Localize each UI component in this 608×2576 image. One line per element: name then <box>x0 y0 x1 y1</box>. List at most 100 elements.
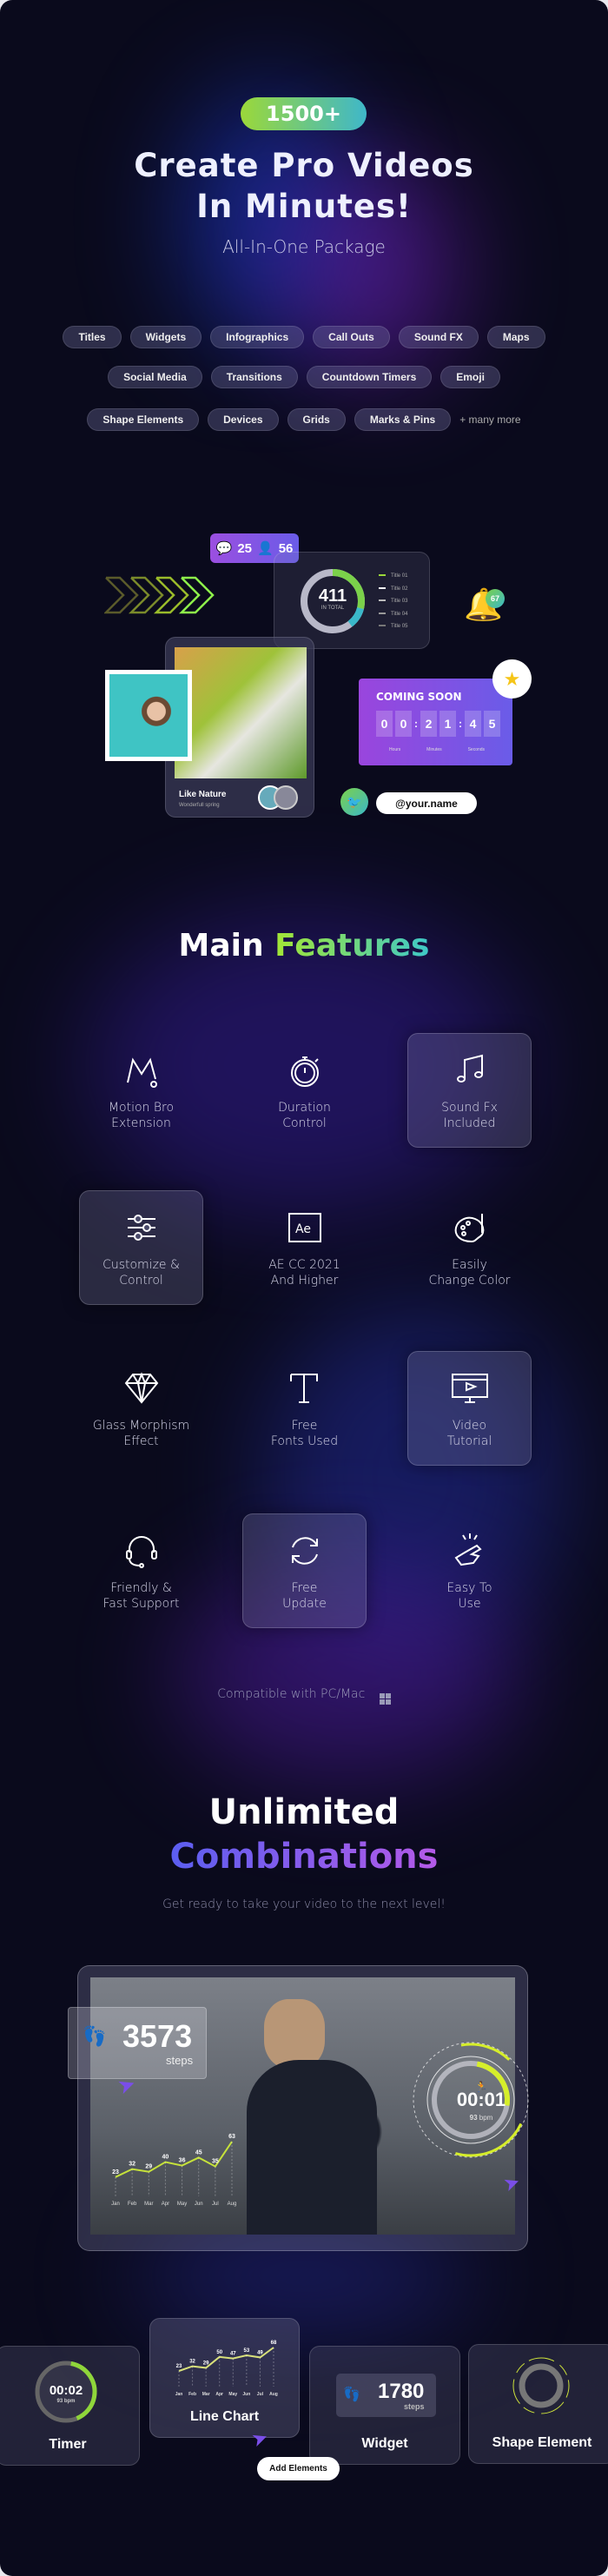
hero-title-line1: Create Pro Videos <box>134 147 474 184</box>
feature-label: Free Update <box>282 1581 327 1611</box>
feature-label: Easily Change Color <box>428 1258 511 1288</box>
card-label: Timer <box>49 2437 87 2452</box>
card-label: Widget <box>361 2436 408 2451</box>
data-label: 40 <box>162 2155 169 2161</box>
tag-chip: Transitions <box>210 366 298 388</box>
tag-chip: Emoji <box>440 366 500 388</box>
element-card-line-chart[interactable]: 23 Jan 32 Feb 29 Mar 50 Apr 47 May 53 Jun 49 Jul 68 Aug… <box>149 2318 300 2438</box>
countdown-unit: Minutes <box>426 747 442 752</box>
footprints-icon: 👣 <box>343 2387 360 2402</box>
handle-pill: @your.name <box>376 792 477 814</box>
feature-item: Free Update <box>242 1513 367 1628</box>
countdown-units: Hours Minutes Seconds <box>376 747 498 752</box>
month-label: Jun <box>242 2392 250 2397</box>
nature-image <box>175 647 307 778</box>
element-card-timer[interactable]: 00:02 93 bpm Timer <box>0 2346 140 2466</box>
mini-steps-widget: 👣 1780 steps <box>336 2374 436 2417</box>
bpm-value: 93 <box>56 2399 63 2404</box>
runner-head <box>264 1999 325 2069</box>
tag-chip: Grids <box>287 408 346 431</box>
features-title-white: Main <box>178 928 264 964</box>
mini-steps-label: steps <box>404 2402 425 2411</box>
month-label: Apr <box>215 2392 223 2397</box>
data-label: 23 <box>112 2169 119 2175</box>
chevron-arrows-icon <box>104 576 215 614</box>
combos-subtitle: Get ready to take your video to the next… <box>162 1897 446 1911</box>
video-tutorial-icon <box>451 1374 488 1403</box>
countdown-digit: 4 <box>465 711 481 737</box>
feature-item: Customize & Control <box>79 1190 203 1305</box>
data-label: 29 <box>145 2164 152 2170</box>
feature-label: Motion Bro Extension <box>108 1101 175 1130</box>
promo-page: 1500+ Create Pro Videos In Minutes! All-… <box>0 0 608 2576</box>
steps-label: steps <box>166 2054 194 2067</box>
month-label: May <box>177 2202 187 2207</box>
post-subtitle: Wonderfull spring <box>179 803 220 808</box>
legend-item: Title 01 <box>379 570 407 583</box>
legend-item: Title 04 <box>379 608 407 621</box>
month-label: Jul <box>257 2392 264 2397</box>
legend-label: Title 03 <box>391 599 408 604</box>
combos-title-2: Combinations <box>0 1837 608 1877</box>
countdown-digits: 00:21:45 <box>376 711 500 737</box>
notification-count: 67 <box>486 589 505 608</box>
video-timer: 00:01 <box>456 2089 506 2110</box>
compatible-text: Compatible with PC/Mac <box>217 1687 366 1701</box>
tag-chip: Countdown Timers <box>306 366 433 388</box>
month-label: Jun <box>195 2202 203 2207</box>
countdown-digit: 1 <box>439 711 456 737</box>
bpm-unit: bpm <box>479 2114 493 2122</box>
feature-item: Duration Control <box>242 1033 367 1148</box>
headset-icon <box>125 1536 157 1568</box>
month-label: Feb <box>128 2202 137 2207</box>
card-label: Shape Element <box>492 2435 592 2450</box>
windows-icon <box>379 1693 391 1705</box>
motion-bro-icon <box>126 1057 157 1088</box>
element-card-widget[interactable]: 👣 1780 steps Widget <box>309 2346 460 2465</box>
comment-icon: 💬 <box>215 541 233 556</box>
after-effects-icon: Ae <box>287 1213 321 1242</box>
runner-body <box>247 2060 377 2235</box>
data-label: 32 <box>129 2162 135 2168</box>
data-label: 35 <box>212 2159 219 2165</box>
legend-item: Title 02 <box>379 583 407 596</box>
tag-chip: Social Media <box>108 366 202 388</box>
font-icon <box>289 1374 318 1403</box>
comments-count: 25 <box>237 540 252 556</box>
tag-chip: Titles <box>63 326 122 348</box>
element-card-shape[interactable]: Shape Element <box>468 2344 608 2464</box>
data-label: 36 <box>179 2158 186 2164</box>
feature-label: Glass Morphism Effect <box>92 1419 190 1448</box>
add-elements-button[interactable]: Add Elements <box>257 2457 340 2480</box>
ring-shape-icon <box>512 2357 570 2414</box>
bpm-unit: bpm <box>63 2399 76 2404</box>
data-label: 23 <box>176 2364 182 2369</box>
donut-chart-panel: 411 IN TOTAL Title 01 Title 02 Title 03 Tit… <box>274 552 430 649</box>
user-icon: 👤 <box>257 541 274 556</box>
month-label: Jan <box>175 2392 183 2397</box>
feature-label: Easy To Use <box>446 1581 492 1611</box>
tag-chip: Call Outs <box>313 326 390 348</box>
legend-label: Title 02 <box>391 586 408 592</box>
svg-text:Ae: Ae <box>295 1222 311 1236</box>
features-title-accent: Features <box>274 928 430 964</box>
countdown-digit: 2 <box>420 711 437 737</box>
legend-label: Title 01 <box>391 573 408 579</box>
feature-item: Sound Fx Included <box>407 1033 532 1148</box>
month-label: May <box>228 2392 237 2397</box>
twitter-icon: 🐦 <box>340 788 368 816</box>
month-label: Feb <box>188 2392 196 2397</box>
tag-chip: Shape Elements <box>87 408 200 431</box>
countdown-card: COMING SOON 00:21:45 Hours Minutes Seconds <box>359 679 512 765</box>
month-label: Jan <box>111 2202 120 2207</box>
month-label: Aug <box>228 2202 237 2207</box>
feature-label: AE CC 2021 And Higher <box>268 1258 340 1288</box>
mini-timer-time: 00:02 <box>49 2383 83 2398</box>
legend-label: Title 04 <box>391 611 408 617</box>
data-label: 47 <box>230 2352 236 2357</box>
legend-item: Title 03 <box>379 595 407 608</box>
data-label: 29 <box>203 2361 209 2366</box>
tag-chip: Marks & Pins <box>354 408 452 431</box>
donut-total-label: IN TOTAL <box>321 606 345 611</box>
feature-item: Easily Change Color <box>407 1190 532 1305</box>
